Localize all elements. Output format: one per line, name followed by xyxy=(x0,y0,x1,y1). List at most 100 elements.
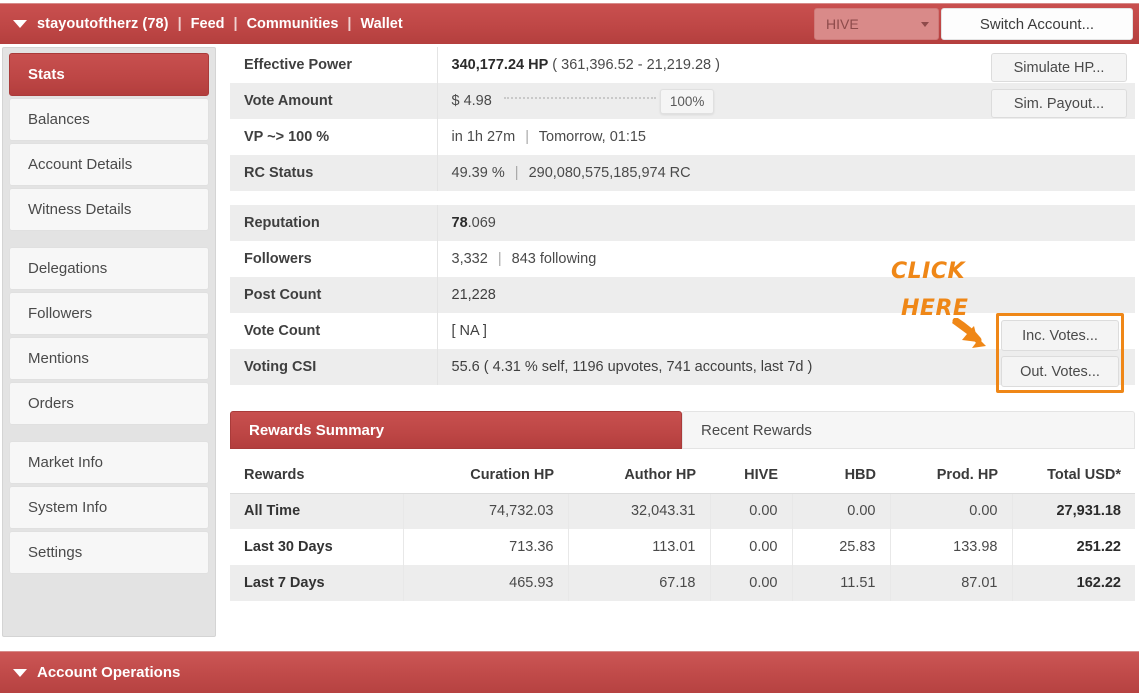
sidebar-item-label: Delegations xyxy=(28,260,108,277)
account-operations-label: Account Operations xyxy=(37,664,181,681)
switch-account-button[interactable]: Switch Account... xyxy=(941,8,1133,40)
stat-label-voting-csi: Voting CSI xyxy=(230,349,438,385)
row-label-last-7-days: Last 7 Days xyxy=(230,565,404,601)
row-label-all-time: All Time xyxy=(230,493,404,529)
sidebar-item-label: Mentions xyxy=(28,350,89,367)
table-row: Followers 3,332 | 843 following xyxy=(230,241,1135,277)
sidebar: Stats Balances Account Details Witness D… xyxy=(2,47,216,637)
tab-label: Rewards Summary xyxy=(249,421,385,439)
account-name-label[interactable]: stayoutoftherz (78) xyxy=(37,16,169,32)
following-count: 843 following xyxy=(511,251,597,267)
table-row: Reputation 78.069 xyxy=(230,205,1135,241)
effective-power-range: ( 361,396.52 - 21,219.28 ) xyxy=(552,57,720,73)
nav-separator: | xyxy=(233,16,238,32)
vp-recharge-time: Tomorrow, 01:15 xyxy=(538,129,646,145)
table-row: RC Status 49.39 % | 290,080,575,185,974 … xyxy=(230,155,1135,191)
nav-link-communities[interactable]: Communities xyxy=(247,16,339,32)
rewards-table: Rewards Curation HP Author HP HIVE HBD P… xyxy=(230,457,1135,601)
cell-curation-hp: 74,732.03 xyxy=(403,493,569,529)
rc-amount: 290,080,575,185,974 RC xyxy=(528,165,691,181)
cell-total-usd: 162.22 xyxy=(1012,565,1135,601)
reputation-whole: 78 xyxy=(451,215,468,231)
top-navigation-bar: stayoutoftherz (78) | Feed | Communities… xyxy=(0,3,1139,44)
sidebar-item-mentions[interactable]: Mentions xyxy=(9,337,209,380)
sidebar-item-system-info[interactable]: System Info xyxy=(9,486,209,529)
table-row: Last 30 Days 713.36 113.01 0.00 25.83 13… xyxy=(230,529,1135,565)
sim-payout-button[interactable]: Sim. Payout... xyxy=(991,89,1127,118)
sidebar-item-balances[interactable]: Balances xyxy=(9,98,209,141)
col-header-curation-hp: Curation HP xyxy=(403,457,568,494)
sidebar-item-account-details[interactable]: Account Details xyxy=(9,143,209,186)
cell-hive: 0.00 xyxy=(710,565,793,601)
effective-power-value: 340,177.24 HP xyxy=(451,57,549,73)
sidebar-item-market-info[interactable]: Market Info xyxy=(9,441,209,484)
col-header-prod-hp: Prod. HP xyxy=(890,457,1012,494)
value-separator: | xyxy=(525,129,529,145)
table-row: All Time 74,732.03 32,043.31 0.00 0.00 0… xyxy=(230,493,1135,529)
row-label-last-30-days: Last 30 Days xyxy=(230,529,404,565)
cell-author-hp: 113.01 xyxy=(568,529,711,565)
col-header-hbd: HBD xyxy=(792,457,890,494)
sidebar-item-followers[interactable]: Followers xyxy=(9,292,209,335)
app-root: stayoutoftherz (78) | Feed | Communities… xyxy=(0,0,1139,693)
caret-down-icon[interactable] xyxy=(13,668,27,677)
stat-value-followers: 3,332 | 843 following xyxy=(437,241,1135,277)
vote-power-percent-badge: 100% xyxy=(659,88,715,114)
chain-select[interactable]: HIVE xyxy=(814,8,939,40)
stat-label-effective-power: Effective Power xyxy=(230,47,438,83)
cell-prod-hp: 87.01 xyxy=(890,565,1013,601)
cell-author-hp: 32,043.31 xyxy=(568,493,711,529)
cell-hbd: 0.00 xyxy=(792,493,891,529)
sidebar-item-label: Witness Details xyxy=(28,201,132,218)
nav-separator: | xyxy=(347,16,352,32)
stat-value-vp-recharge: in 1h 27m | Tomorrow, 01:15 xyxy=(437,119,1135,155)
cell-hive: 0.00 xyxy=(710,493,793,529)
stat-label-followers: Followers xyxy=(230,241,438,277)
value-separator: | xyxy=(514,165,519,181)
annotation-text-click: CLICK xyxy=(891,259,966,284)
caret-down-icon[interactable] xyxy=(13,20,27,28)
table-header-row: Rewards Curation HP Author HP HIVE HBD P… xyxy=(230,457,1135,494)
annotation-arrow-icon xyxy=(952,318,986,348)
top-nav-links: stayoutoftherz (78) | Feed | Communities… xyxy=(0,16,403,32)
outgoing-votes-button[interactable]: Out. Votes... xyxy=(1001,356,1119,387)
sidebar-item-label: Account Details xyxy=(28,156,133,173)
cell-hbd: 25.83 xyxy=(792,529,891,565)
sidebar-item-stats[interactable]: Stats xyxy=(9,53,209,96)
cell-hive: 0.00 xyxy=(710,529,793,565)
cell-curation-hp: 713.36 xyxy=(403,529,569,565)
stat-label-rc-status: RC Status xyxy=(230,155,438,191)
cell-hbd: 11.51 xyxy=(792,565,891,601)
nav-separator: | xyxy=(177,16,182,32)
stat-value-rc-status: 49.39 % | 290,080,575,185,974 RC xyxy=(437,155,1135,191)
account-operations-bar[interactable]: Account Operations xyxy=(0,651,1139,693)
sidebar-item-label: Orders xyxy=(28,395,74,412)
stat-label-vote-count: Vote Count xyxy=(230,313,438,349)
tab-recent-rewards[interactable]: Recent Rewards xyxy=(682,411,1135,449)
sidebar-group-divider xyxy=(9,427,209,441)
sidebar-item-witness-details[interactable]: Witness Details xyxy=(9,188,209,231)
tab-label: Recent Rewards xyxy=(701,421,812,439)
chain-select-value: HIVE xyxy=(826,16,859,32)
rc-percent: 49.39 % xyxy=(451,165,505,181)
simulate-hp-button[interactable]: Simulate HP... xyxy=(991,53,1127,82)
nav-link-wallet[interactable]: Wallet xyxy=(360,16,402,32)
rewards-summary-panel: Rewards Curation HP Author HP HIVE HBD P… xyxy=(230,457,1135,601)
cell-prod-hp: 0.00 xyxy=(890,493,1013,529)
nav-link-feed[interactable]: Feed xyxy=(191,16,225,32)
stat-label-vp-recharge: VP ~> 100 % xyxy=(230,119,438,155)
table-row: VP ~> 100 % in 1h 27m | Tomorrow, 01:15 xyxy=(230,119,1135,155)
top-nav-actions: HIVE Switch Account... xyxy=(814,8,1133,40)
sidebar-item-label: Market Info xyxy=(28,454,104,471)
vote-amount-value: $ 4.98 xyxy=(451,93,492,109)
tab-rewards-summary[interactable]: Rewards Summary xyxy=(230,411,682,449)
sidebar-item-settings[interactable]: Settings xyxy=(9,531,209,574)
sidebar-item-label: Balances xyxy=(28,111,90,128)
table-row: Post Count 21,228 xyxy=(230,277,1135,313)
sidebar-item-delegations[interactable]: Delegations xyxy=(9,247,209,290)
col-header-total-usd: Total USD* xyxy=(1012,457,1135,494)
incoming-votes-button[interactable]: Inc. Votes... xyxy=(1001,320,1119,351)
stat-value-reputation: 78.069 xyxy=(437,205,1135,241)
sidebar-item-orders[interactable]: Orders xyxy=(9,382,209,425)
cell-prod-hp: 133.98 xyxy=(890,529,1013,565)
